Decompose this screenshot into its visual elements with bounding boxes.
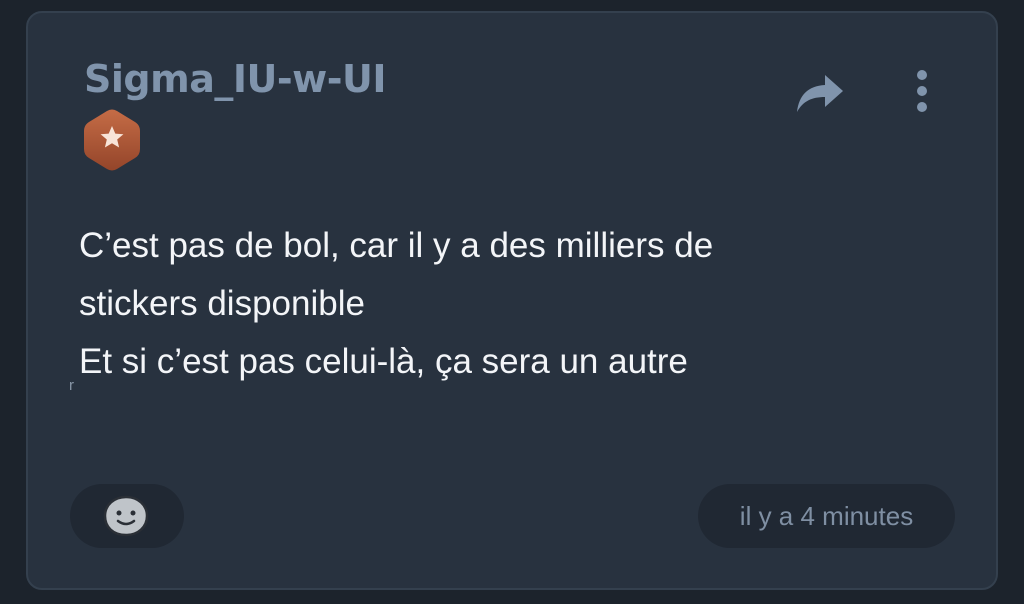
star-badge-icon: [83, 108, 141, 172]
post-card: Sigma_IU-w-UI C’est pas de bol, car il y…: [26, 11, 998, 590]
message-line: stickers disponible: [79, 284, 365, 323]
share-arrow-icon: [797, 75, 843, 112]
message-line: C’est pas de bol, car il y a des millier…: [79, 226, 714, 265]
post-timestamp: il y a 4 minutes: [698, 484, 955, 548]
more-options-button[interactable]: [904, 67, 940, 115]
stray-character: r: [69, 377, 74, 394]
share-button[interactable]: [794, 71, 846, 115]
post-message: C’est pas de bol, car il y a des millier…: [79, 217, 959, 391]
post-author-username[interactable]: Sigma_IU-w-UI: [84, 57, 386, 101]
emoji-face-icon: [103, 495, 149, 537]
message-line: Et si c’est pas celui-là, ça sera un aut…: [79, 342, 688, 381]
more-vertical-icon: [917, 70, 927, 112]
add-reaction-button[interactable]: [70, 484, 184, 548]
